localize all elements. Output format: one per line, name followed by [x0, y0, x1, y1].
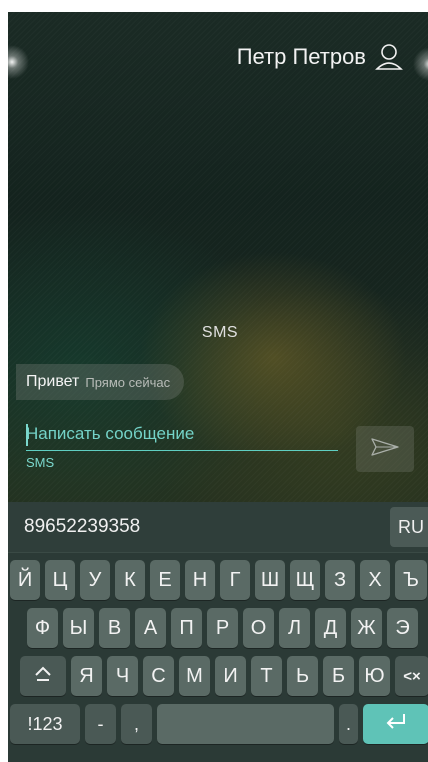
key-letter[interactable]: Ф	[27, 608, 58, 648]
key-letter[interactable]: М	[179, 656, 210, 696]
language-key[interactable]: RU	[390, 507, 428, 547]
send-button[interactable]	[356, 426, 414, 472]
key-letter[interactable]: Ш	[255, 560, 285, 600]
key-letter[interactable]: С	[143, 656, 174, 696]
key-letter[interactable]: Щ	[290, 560, 320, 600]
key-letter[interactable]: З	[325, 560, 355, 600]
enter-icon	[385, 712, 407, 736]
send-icon	[370, 437, 400, 462]
key-letter[interactable]: И	[215, 656, 246, 696]
key-letter[interactable]: В	[99, 608, 130, 648]
key-letter[interactable]: Н	[185, 560, 215, 600]
message-bubble[interactable]: Привет Прямо сейчас	[16, 364, 185, 400]
key-letter[interactable]: К	[115, 560, 145, 600]
key-letter[interactable]: Ц	[45, 560, 75, 600]
key-letter[interactable]: Л	[279, 608, 310, 648]
key-letter[interactable]: Ъ	[395, 560, 427, 600]
key-letter[interactable]: Ь	[287, 656, 318, 696]
key-letter[interactable]: П	[171, 608, 202, 648]
key-letter[interactable]: Р	[207, 608, 238, 648]
suggestion-word[interactable]: 89652239358	[24, 516, 140, 538]
suggestion-bar: 89652239358 RU	[8, 502, 428, 553]
backspace-key[interactable]: <×	[395, 656, 428, 696]
key-letter[interactable]: Я	[71, 656, 102, 696]
dash-key[interactable]: -	[85, 704, 116, 744]
contact-header[interactable]: Петр Петров	[237, 42, 404, 72]
message-time: Прямо сейчас	[85, 374, 171, 390]
message-text: Привет	[26, 373, 80, 390]
shift-icon	[34, 666, 52, 687]
contact-name: Петр Петров	[236, 44, 366, 69]
light-flare	[8, 42, 32, 82]
key-letter[interactable]: Г	[220, 560, 250, 600]
key-letter[interactable]: Й	[10, 560, 40, 600]
period-key[interactable]: .	[339, 704, 358, 744]
enter-key[interactable]	[363, 704, 428, 744]
person-icon	[374, 42, 404, 72]
key-letter[interactable]: Ю	[359, 656, 390, 696]
key-letter[interactable]: Д	[315, 608, 346, 648]
key-letter[interactable]: О	[243, 608, 274, 648]
key-letter[interactable]: Ж	[351, 608, 382, 648]
key-letter[interactable]: Ы	[63, 608, 94, 648]
key-letter[interactable]: А	[135, 608, 166, 648]
light-flare	[410, 44, 428, 84]
key-letter[interactable]: Ч	[107, 656, 138, 696]
message-composer: SMS	[26, 424, 338, 470]
comma-key[interactable]: ,	[121, 704, 152, 744]
key-letter[interactable]: Б	[323, 656, 354, 696]
keyboard: 89652239358 RU Й Ц У К Е Н Г Ш Щ З Х Ъ Ф…	[8, 502, 428, 762]
key-letter[interactable]: Т	[251, 656, 282, 696]
shift-key[interactable]	[20, 656, 66, 696]
space-key[interactable]	[157, 704, 334, 744]
key-letter[interactable]: Е	[150, 560, 180, 600]
message-input[interactable]	[26, 424, 338, 451]
key-letter[interactable]: Х	[360, 560, 390, 600]
conversation-mode-label: SMS	[201, 324, 239, 341]
text-cursor	[26, 424, 28, 446]
symbols-key[interactable]: !123	[10, 704, 80, 744]
key-letter[interactable]: Э	[387, 608, 418, 648]
channel-label: SMS	[26, 455, 55, 470]
chat-screen: Петр Петров SMS Привет Прямо сейчас SMS	[8, 12, 428, 762]
key-letter[interactable]: У	[80, 560, 110, 600]
